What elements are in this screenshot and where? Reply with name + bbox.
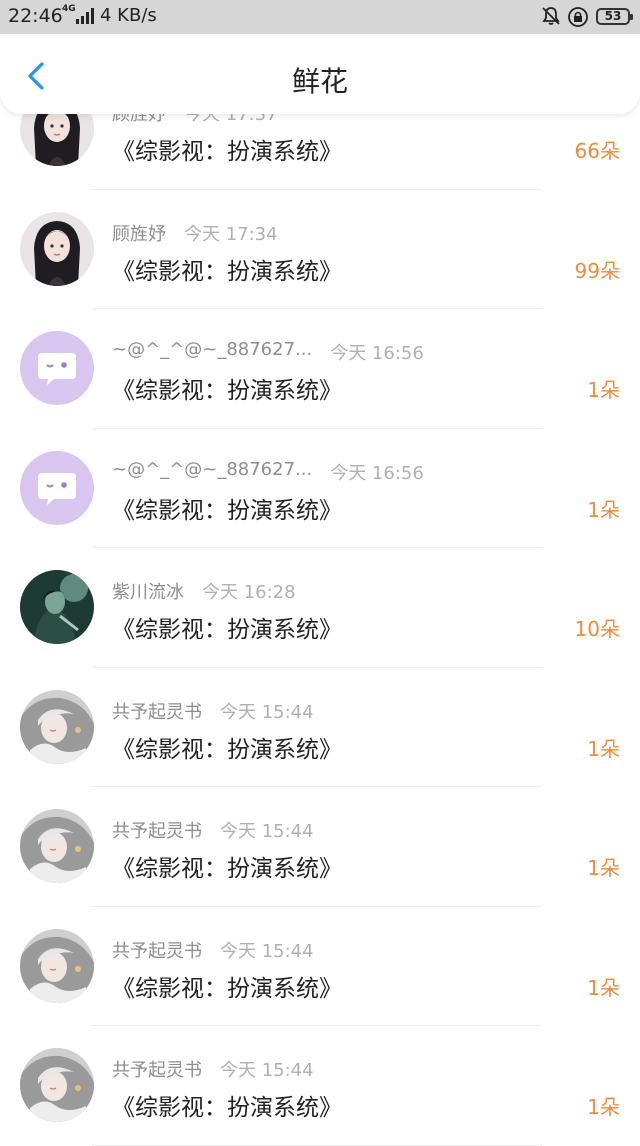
gift-time: 今天 16:56 (330, 462, 424, 484)
gift-list-item[interactable]: 紫川流冰 今天 16:28 《综影视：扮演系统》 10朵 (0, 548, 640, 668)
signal-icon (76, 8, 94, 24)
sender-name: 共予起灵书 (112, 821, 202, 842)
avatar[interactable] (20, 211, 94, 286)
gift-list-item[interactable]: ~@^_^@~_887627... 今天 16:56 《综影视：扮演系统》 1朵 (0, 309, 640, 429)
white-hair-avatar-icon (20, 809, 94, 883)
book-title: 《综影视：扮演系统》 (112, 975, 342, 1002)
gift-time: 今天 15:44 (219, 821, 314, 842)
flower-count: 1朵 (587, 736, 620, 761)
default-chat-avatar-icon (20, 450, 94, 525)
avatar[interactable] (20, 809, 94, 883)
avatar[interactable] (20, 331, 94, 405)
sender-name: 共予起灵书 (112, 1060, 202, 1081)
sender-name: ~@^_^@~_887627... (112, 339, 313, 360)
green-character-avatar-icon (20, 570, 94, 644)
gift-time: 今天 15:44 (219, 1060, 314, 1081)
book-title: 《综影视：扮演系统》 (112, 258, 342, 285)
book-title: 《综影视：扮演系统》 (112, 736, 342, 763)
white-hair-avatar-icon (20, 1048, 94, 1122)
avatar[interactable] (20, 450, 94, 525)
flower-count: 10朵 (574, 617, 620, 641)
white-hair-avatar-icon (20, 689, 94, 764)
avatar[interactable] (20, 1048, 94, 1122)
book-title: 《综影视：扮演系统》 (112, 1095, 342, 1121)
gift-time: 今天 16:28 (201, 582, 296, 603)
status-time: 22:46 (8, 5, 63, 27)
gift-list-item[interactable]: 共予起灵书 今天 15:44 《综影视：扮演系统》 1朵 (0, 906, 640, 1026)
flower-count: 1朵 (587, 378, 620, 402)
flower-count: 1朵 (587, 497, 620, 522)
flower-count: 1朵 (587, 856, 620, 880)
sender-name: 紫川流冰 (112, 582, 184, 603)
book-title: 《综影视：扮演系统》 (112, 139, 342, 165)
book-title: 《综影视：扮演系统》 (112, 617, 342, 643)
flower-count: 1朵 (587, 975, 620, 1000)
flower-count: 66朵 (574, 139, 620, 163)
network-type: 4G (62, 4, 76, 14)
gift-list-item[interactable]: ~@^_^@~_887627... 今天 16:56 《综影视：扮演系统》 1朵 (0, 428, 640, 548)
white-hair-avatar-icon (20, 928, 94, 1003)
book-title: 《综影视：扮演系统》 (112, 856, 342, 882)
default-chat-avatar-icon (20, 331, 94, 405)
nav-bar: 鲜花 (0, 34, 640, 114)
girl-avatar-icon (20, 211, 94, 286)
gift-list-item[interactable]: 共予起灵书 今天 15:44 《综影视：扮演系统》 1朵 (0, 667, 640, 787)
gift-list-item[interactable]: 顾旌妤 今天 17:34 《综影视：扮演系统》 99朵 (0, 189, 640, 309)
gift-list-item[interactable]: 共予起灵书 今天 15:44 《综影视：扮演系统》 1朵 (0, 1026, 640, 1146)
sender-name: 共予起灵书 (112, 940, 202, 962)
book-title: 《综影视：扮演系统》 (112, 378, 342, 404)
sender-name: ~@^_^@~_887627... (112, 458, 313, 480)
book-title: 《综影视：扮演系统》 (112, 497, 342, 524)
flower-count: 99朵 (574, 258, 620, 283)
rotation-lock-icon (568, 7, 588, 27)
flower-count: 1朵 (587, 1095, 620, 1119)
status-bar: 22:46 4G 4 KB/s 53 (0, 0, 640, 34)
sender-name: 共予起灵书 (112, 701, 202, 723)
page-title: 鲜花 (291, 65, 348, 98)
flower-gift-list: 顾旌妤 今天 17:37 《综影视：扮演系统》 66朵 顾旌妤 今天 17:34… (0, 70, 640, 1146)
sender-name: 顾旌妤 (112, 223, 166, 245)
gift-time: 今天 17:34 (183, 223, 278, 245)
gift-time: 今天 16:56 (330, 343, 424, 364)
gift-time: 今天 15:44 (219, 701, 314, 723)
avatar[interactable] (20, 570, 94, 644)
bell-muted-icon (542, 7, 560, 25)
battery-indicator: 53 (596, 8, 633, 25)
divider (92, 1144, 542, 1146)
gift-list-item[interactable]: 共予起灵书 今天 15:44 《综影视：扮演系统》 1朵 (0, 787, 640, 907)
avatar[interactable] (20, 689, 94, 764)
network-speed: 4 KB/s (100, 5, 157, 26)
avatar[interactable] (20, 928, 94, 1003)
gift-time: 今天 15:44 (219, 940, 314, 962)
